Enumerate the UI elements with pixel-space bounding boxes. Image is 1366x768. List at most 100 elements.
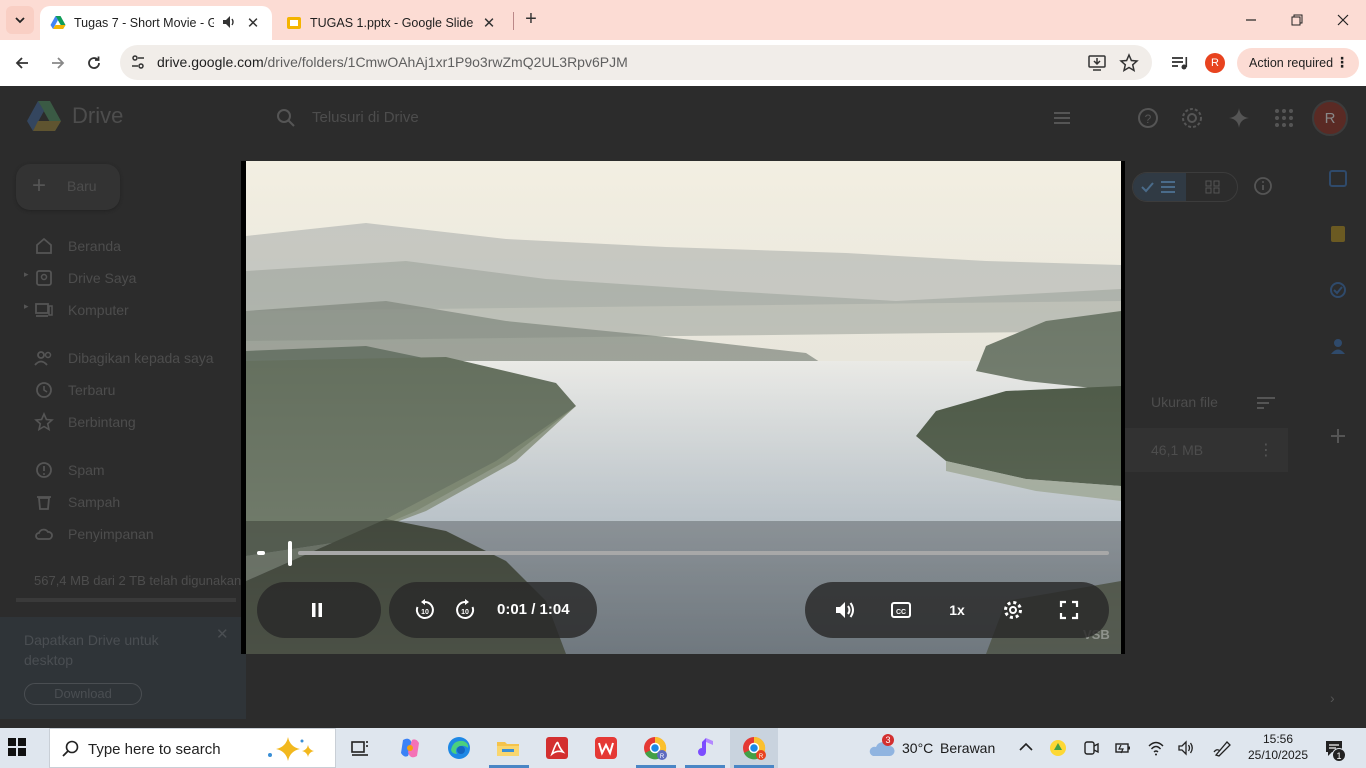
grid-view-icon [1205,180,1220,194]
tab-slides[interactable]: TUGAS 1.pptx - Google Slide ✕ [276,6,508,40]
battery-icon[interactable] [1114,739,1132,757]
chevron-down-icon [15,17,25,24]
start-button[interactable] [8,738,26,761]
sidebar-item-computers[interactable]: ▸ Komputer [0,296,240,324]
video-player[interactable]: VSB [241,161,1125,654]
drive-search-bar[interactable]: Telusuri di Drive [262,94,1092,142]
chrome-profile-icon[interactable]: R [641,734,669,762]
sidebar-item-starred[interactable]: Berbintang [0,408,240,436]
forward-button[interactable] [45,50,71,76]
new-button[interactable]: + Baru [16,164,120,210]
gemini-sparkle-icon[interactable] [1227,106,1251,130]
forward-10-button[interactable]: 10 [453,598,477,622]
forward-10-icon: 10 [456,599,475,619]
contacts-icon[interactable] [1328,336,1348,356]
tasks-icon[interactable] [1328,280,1348,300]
new-button-label: Baru [67,178,97,194]
sidebar-item-my-drive[interactable]: ▸ Drive Saya [0,264,240,292]
windows-logo-icon [8,738,26,756]
expand-caret-icon[interactable]: ▸ [24,269,29,280]
file-size-column-header[interactable]: Ukuran file [1151,394,1218,410]
progress-track[interactable] [298,551,1109,555]
search-options-icon[interactable] [1052,108,1072,128]
grid-view-button[interactable] [1186,173,1239,201]
keep-icon[interactable] [1328,224,1348,244]
tab-divider [513,12,514,30]
sidebar-item-spam[interactable]: Spam [0,456,240,484]
file-row[interactable]: 46,1 MB ⋮ [1124,428,1288,472]
weather-description[interactable]: Berawan [940,740,995,756]
account-avatar[interactable]: R [1312,100,1348,136]
close-tab-icon[interactable]: ✕ [480,14,498,32]
google-drive-tray-icon[interactable] [1049,739,1067,757]
copilot-sparkle-icon[interactable] [264,735,320,763]
address-bar[interactable]: drive.google.com/drive/folders/1CmwOAhAj… [120,45,1152,80]
chrome-active-icon[interactable]: R [740,734,768,762]
play-control-group [257,582,381,638]
edge-browser-icon[interactable] [445,734,473,762]
settings-gear-icon[interactable] [1180,106,1204,130]
new-tab-button[interactable]: + [520,8,542,30]
back-button[interactable] [9,50,35,76]
help-icon[interactable]: ? [1136,106,1160,130]
more-vert-icon[interactable]: ⋮ [1335,54,1349,71]
media-player-icon[interactable] [690,734,718,762]
sort-icon[interactable] [1256,394,1276,412]
reload-button[interactable] [81,50,107,76]
minimize-button[interactable] [1228,0,1274,40]
sidebar-item-home[interactable]: Beranda [0,232,240,260]
acrobat-reader-icon[interactable] [543,734,571,762]
close-window-button[interactable] [1320,0,1366,40]
system-clock[interactable]: 15:56 25/10/2025 [1240,731,1316,763]
info-icon[interactable] [1253,176,1273,196]
tray-chevron-up-icon[interactable] [1019,742,1033,752]
chevron-right-icon[interactable]: › [1330,690,1335,706]
close-tab-icon[interactable]: ✕ [244,14,262,32]
action-required-button[interactable]: Action required ⋮ [1237,48,1359,78]
fullscreen-button[interactable] [1057,598,1081,622]
weather-temperature[interactable]: 30°C [902,740,933,756]
site-info-icon[interactable] [130,54,146,70]
list-view-button[interactable] [1133,173,1186,201]
audio-playing-icon[interactable] [222,15,236,32]
sidebar-item-trash[interactable]: Sampah [0,488,240,516]
wifi-icon[interactable] [1147,739,1165,757]
download-button[interactable]: Download [24,683,142,705]
apps-grid-icon[interactable] [1272,106,1296,130]
speaker-volume-icon[interactable] [1177,739,1195,757]
bookmark-star-icon[interactable] [1119,53,1139,73]
cloud-icon [35,528,53,540]
install-app-icon[interactable] [1087,53,1107,73]
progress-scrubber[interactable] [287,541,292,566]
meet-now-icon[interactable] [1082,739,1100,757]
taskbar-search-box[interactable]: Type here to search [49,728,336,768]
rewind-10-button[interactable]: 10 [413,598,437,622]
file-explorer-icon[interactable] [494,734,522,762]
drive-logo[interactable]: Drive [26,100,123,132]
tab-search-button[interactable] [6,6,34,34]
minimize-icon [1246,19,1256,21]
pen-menu-icon[interactable] [1213,738,1233,758]
close-promo-icon[interactable]: ✕ [216,625,229,643]
sidebar-item-recent[interactable]: Terbaru [0,376,240,404]
media-controls-icon[interactable] [1169,52,1191,74]
profile-avatar[interactable]: R [1205,53,1225,73]
captions-button[interactable]: CC [889,598,913,622]
more-vert-icon[interactable]: ⋮ [1258,440,1274,460]
expand-caret-icon[interactable]: ▸ [24,301,29,312]
browser-tab-bar: Tugas 7 - Short Movie - Google Drive ✕ T… [0,0,1366,40]
copilot-app-icon[interactable] [396,734,424,762]
sidebar-item-shared[interactable]: Dibagikan kepada saya [0,344,240,372]
tab-drive[interactable]: Tugas 7 - Short Movie - Google Drive ✕ [40,6,272,40]
player-settings-button[interactable] [1001,598,1025,622]
calendar-icon[interactable] [1328,168,1348,188]
wps-office-icon[interactable] [592,734,620,762]
restore-button[interactable] [1274,0,1320,40]
sidebar-item-storage[interactable]: Penyimpanan [0,520,240,548]
volume-button[interactable] [833,598,857,622]
add-addon-icon[interactable] [1328,426,1348,446]
video-frame[interactable] [246,161,1121,654]
playback-speed-button[interactable]: 1x [945,598,969,622]
task-view-icon[interactable] [346,734,374,762]
pause-button[interactable] [305,598,329,622]
